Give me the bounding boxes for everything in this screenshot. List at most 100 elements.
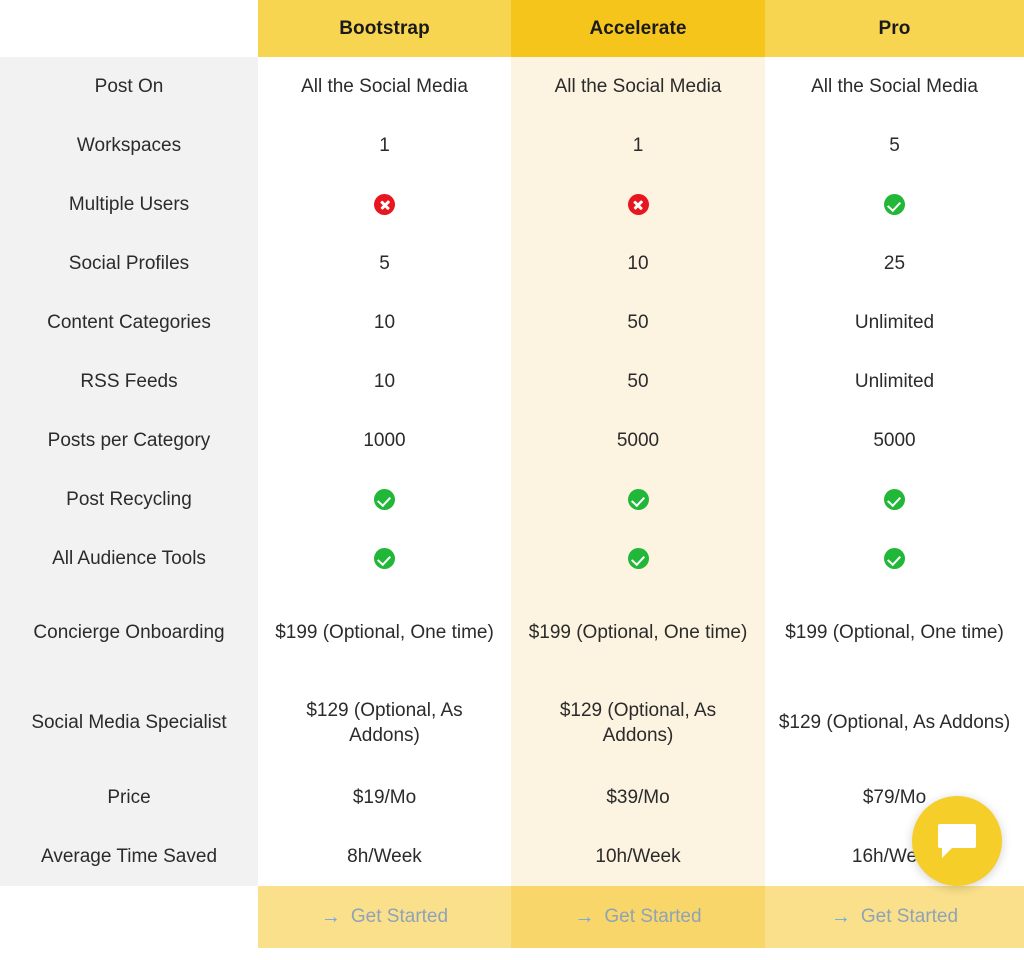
cell-text: $199 (Optional, One time) [528,622,748,644]
cta-row: → Get Started → Get Started → Get Starte… [0,886,1024,948]
feature-value-cell: 5 [765,116,1024,175]
feature-label: Multiple Users [0,175,258,234]
feature-label: Posts per Category [0,411,258,470]
feature-label: Social Profiles [0,234,258,293]
check-icon [884,548,905,569]
table-row: Multiple Users [0,175,1024,234]
feature-value-cell: $199 (Optional, One time) [511,588,765,678]
table-row: Price $19/Mo $39/Mo $79/Mo [0,768,1024,827]
cell-text: 25 [883,252,906,274]
cell-text: 10 [627,252,649,274]
feature-value-cell: 5000 [511,411,765,470]
feature-value-cell [511,529,765,588]
check-icon [627,489,649,510]
cell-text: 5000 [873,429,916,451]
cell-text: $79/Mo [862,786,927,808]
feature-value-cell: 10 [258,352,511,411]
cell-text: $199 (Optional, One time) [275,622,494,644]
cell-text: All the Social Media [301,75,468,97]
get-started-button-bootstrap[interactable]: → Get Started [258,886,511,948]
get-started-button-pro[interactable]: → Get Started [765,886,1024,948]
chat-widget-button[interactable] [912,796,1002,886]
feature-value-cell [765,175,1024,234]
cell-text: $39/Mo [606,786,670,808]
cell-text: 1000 [363,429,406,451]
cell-text: 8h/Week [347,845,422,867]
feature-value-cell [511,175,765,234]
feature-value-cell: $39/Mo [511,768,765,827]
feature-value-cell [258,529,511,588]
table-row: All Audience Tools [0,529,1024,588]
table-header-row: Bootstrap Accelerate Pro [0,0,1024,57]
cell-text: $129 (Optional, As Addons) [306,699,463,746]
cta-empty-cell [0,886,258,948]
check-icon [884,194,905,215]
feature-value-cell: Unlimited [765,293,1024,352]
feature-value-cell: $199 (Optional, One time) [258,588,511,678]
cell-text: 10 [373,311,396,333]
bottom-spacer [0,948,1024,960]
table-row: RSS Feeds 10 50 Unlimited [0,352,1024,411]
plan-header-bootstrap[interactable]: Bootstrap [258,0,511,57]
feature-label: Workspaces [0,116,258,175]
cross-icon [627,194,649,215]
cell-text: 5 [889,134,900,156]
feature-value-cell: Unlimited [765,352,1024,411]
cell-text: All the Social Media [554,75,722,97]
table-row: Social Media Specialist $129 (Optional, A… [0,678,1024,768]
cell-text: $129 (Optional, As Addons) [778,712,1011,734]
feature-value-cell: 10 [511,234,765,293]
feature-value-cell: 25 [765,234,1024,293]
get-started-button-accelerate[interactable]: → Get Started [511,886,765,948]
table-row: Posts per Category 1000 5000 5000 [0,411,1024,470]
feature-label: Average Time Saved [0,827,258,886]
feature-value-cell: $129 (Optional, As Addons) [258,678,511,768]
table-row: Post On All the Social Media All the Socia… [0,57,1024,116]
cell-text: 1 [379,134,390,156]
table-row: Post Recycling [0,470,1024,529]
feature-value-cell [511,470,765,529]
table-row: Average Time Saved 8h/Week 10h/Week 16h/Wee… [0,827,1024,886]
feature-value-cell: 50 [511,293,765,352]
feature-value-cell: 1 [258,116,511,175]
cell-text: $129 (Optional, As Addons) [559,699,717,746]
feature-value-cell: 1000 [258,411,511,470]
header-empty-cell [0,0,258,57]
cell-text: All the Social Media [811,75,978,97]
feature-value-cell: $199 (Optional, One time) [765,588,1024,678]
feature-value-cell: All the Social Media [511,57,765,116]
table-row: Concierge Onboarding $199 (Optional, One … [0,588,1024,678]
arrow-right-icon: → [830,906,851,928]
feature-value-cell: 5000 [765,411,1024,470]
table-body: Post On All the Social Media All the Socia… [0,57,1024,886]
table-row: Social Profiles 5 10 25 [0,234,1024,293]
feature-value-cell: All the Social Media [258,57,511,116]
feature-value-cell: $19/Mo [258,768,511,827]
cell-text: 1 [632,134,644,156]
feature-label: Post Recycling [0,470,258,529]
cell-text: Unlimited [854,370,935,392]
feature-value-cell [765,529,1024,588]
cell-text: 5 [379,252,390,274]
feature-label: Price [0,768,258,827]
cell-text: 5000 [616,429,660,451]
plan-header-accelerate[interactable]: Accelerate [511,0,765,57]
plan-header-pro[interactable]: Pro [765,0,1024,57]
cell-text: $19/Mo [352,786,417,808]
check-icon [884,489,905,510]
feature-value-cell: 8h/Week [258,827,511,886]
feature-value-cell: $129 (Optional, As Addons) [765,678,1024,768]
cta-label: Get Started [350,906,449,927]
cell-text: 10h/Week [595,845,681,867]
feature-value-cell: 10 [258,293,511,352]
check-icon [374,548,395,569]
feature-value-cell: $129 (Optional, As Addons) [511,678,765,768]
feature-label: Post On [0,57,258,116]
pricing-comparison-table: Bootstrap Accelerate Pro Post On All the … [0,0,1024,960]
check-icon [374,489,395,510]
feature-label: Social Media Specialist [0,678,258,768]
feature-value-cell: 1 [511,116,765,175]
cell-text: $199 (Optional, One time) [785,622,1004,644]
cta-label: Get Started [860,906,959,927]
feature-value-cell: All the Social Media [765,57,1024,116]
